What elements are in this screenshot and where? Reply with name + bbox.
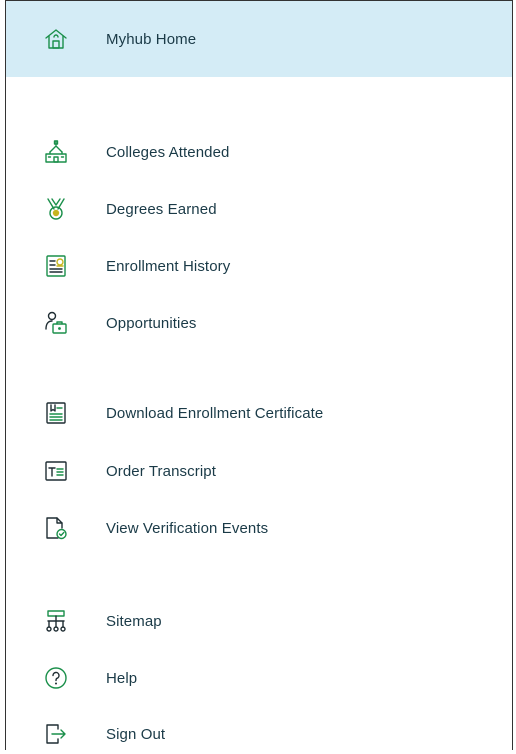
menu-item-label: Help [106, 669, 138, 687]
person-briefcase-icon [44, 311, 68, 335]
menu-item-label: View Verification Events [106, 519, 269, 537]
sign-out-icon [44, 722, 68, 746]
menu-item-opportunities[interactable]: Opportunities [6, 303, 512, 343]
menu-item-label: Degrees Earned [106, 200, 217, 218]
side-menu: Myhub Home Colleges Attended Degrees Ear… [5, 0, 513, 750]
document-check-icon [44, 516, 68, 540]
menu-item-enrollment-history[interactable]: Enrollment History [6, 246, 512, 286]
house-icon [44, 27, 68, 51]
menu-item-label: Colleges Attended [106, 143, 230, 161]
menu-item-myhub-home[interactable]: Myhub Home [6, 1, 512, 77]
menu-item-label: Enrollment History [106, 257, 231, 275]
menu-item-label: Sitemap [106, 612, 162, 630]
menu-item-download-enrollment-certificate[interactable]: Download Enrollment Certificate [6, 393, 512, 433]
question-circle-icon [44, 666, 68, 690]
document-list-icon [44, 254, 68, 278]
menu-item-label: Order Transcript [106, 462, 216, 480]
menu-item-label: Opportunities [106, 314, 197, 332]
school-building-icon [44, 140, 68, 164]
menu-item-degrees-earned[interactable]: Degrees Earned [6, 189, 512, 229]
menu-item-sign-out[interactable]: Sign Out [6, 714, 512, 754]
menu-item-label: Sign Out [106, 725, 166, 743]
menu-item-help[interactable]: Help [6, 658, 512, 698]
menu-item-label: Myhub Home [106, 30, 197, 48]
menu-item-colleges-attended[interactable]: Colleges Attended [6, 132, 512, 172]
certificate-icon [44, 401, 68, 425]
menu-item-sitemap[interactable]: Sitemap [6, 601, 512, 641]
sitemap-icon [44, 609, 68, 633]
menu-item-view-verification-events[interactable]: View Verification Events [6, 508, 512, 548]
menu-item-order-transcript[interactable]: Order Transcript [6, 451, 512, 491]
transcript-icon [44, 459, 68, 483]
menu-item-label: Download Enrollment Certificate [106, 404, 324, 422]
medal-icon [44, 197, 68, 221]
